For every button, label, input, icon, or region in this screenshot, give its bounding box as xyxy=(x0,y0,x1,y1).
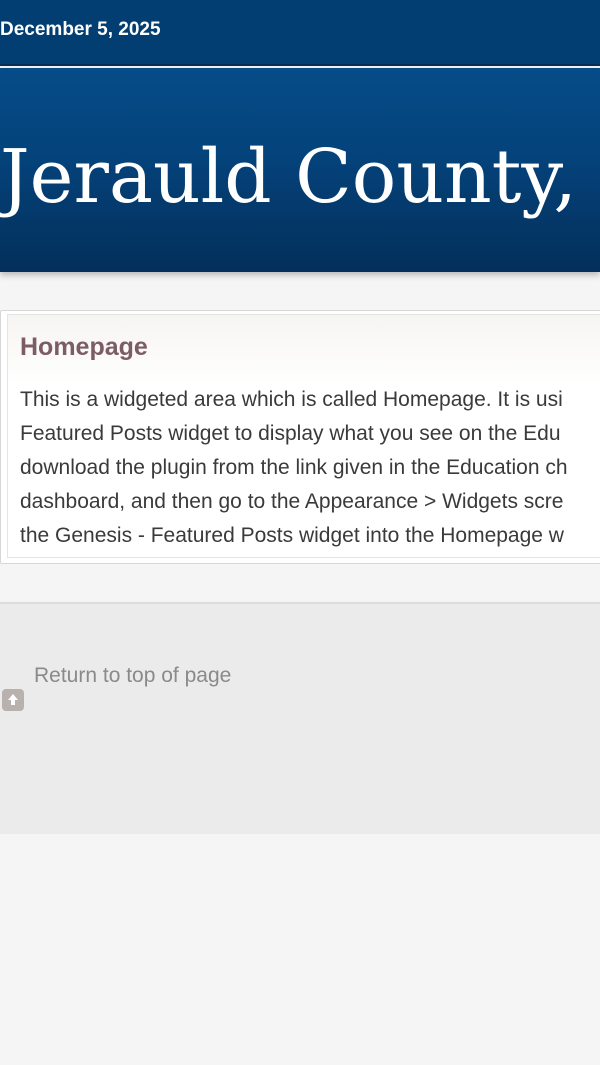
homepage-widget: Homepage This is a widgeted area which i… xyxy=(0,310,600,564)
arrow-up-icon[interactable] xyxy=(2,689,24,711)
site-footer: Return to top of page xyxy=(0,602,600,834)
widget-text-line: dashboard, and then go to the Appearance… xyxy=(20,490,564,513)
site-title[interactable]: Jerauld County, S xyxy=(0,132,600,222)
widget-text-line: This is a widgeted area which is called … xyxy=(20,388,563,411)
return-to-top-link[interactable]: Return to top of page xyxy=(34,664,231,688)
top-bar: December 5, 2025 xyxy=(0,0,600,66)
widget-text-line: download the plugin from the link given … xyxy=(20,456,568,479)
current-date: December 5, 2025 xyxy=(0,19,161,40)
widget-text: This is a widgeted area which is called … xyxy=(20,383,600,553)
widget-inner: Homepage This is a widgeted area which i… xyxy=(7,314,600,558)
site-header: Jerauld County, S xyxy=(0,68,600,272)
widget-title: Homepage xyxy=(20,333,148,361)
widget-text-line: the Genesis - Featured Posts widget into… xyxy=(20,524,564,547)
widget-text-line: Featured Posts widget to display what yo… xyxy=(20,422,561,445)
